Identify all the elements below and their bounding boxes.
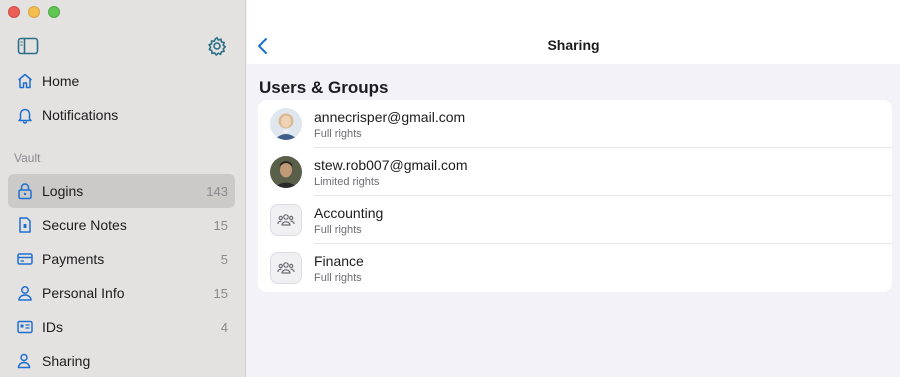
entry-name: annecrisper@gmail.com <box>314 109 466 125</box>
avatar <box>270 156 302 188</box>
page-title: Sharing <box>547 37 600 53</box>
sidebar-item-label: Logins <box>42 183 84 199</box>
sidebar-item-label: Payments <box>42 251 105 267</box>
main-header: Sharing <box>247 0 900 64</box>
list-item[interactable]: annecrisper@gmail.com Full rights <box>258 100 892 148</box>
sidebar-item-count: 4 <box>220 319 228 335</box>
note-icon <box>15 215 35 235</box>
sidebar: Home Notifications Vault Logins 143 Secu… <box>0 0 246 377</box>
home-icon <box>15 71 35 91</box>
minimize-window-button[interactable] <box>28 6 40 18</box>
id-card-icon <box>15 317 35 337</box>
sidebar-item-home[interactable]: Home <box>8 64 235 98</box>
entry-rights: Full rights <box>314 224 362 236</box>
sidebar-item-ids[interactable]: IDs 4 <box>8 310 235 344</box>
gear-icon[interactable] <box>207 36 227 57</box>
list-item[interactable]: Accounting Full rights <box>258 196 892 244</box>
entry-rights: Limited rights <box>314 176 380 188</box>
sidebar-item-label: Home <box>42 73 80 89</box>
list-item[interactable]: Finance Full rights <box>258 244 892 292</box>
section-heading: Users & Groups <box>259 78 389 97</box>
sidebar-item-secure-notes[interactable]: Secure Notes 15 <box>8 208 235 242</box>
person-icon <box>15 283 35 303</box>
sidebar-item-count: 15 <box>213 217 228 233</box>
entry-name: stew.rob007@gmail.com <box>314 157 468 173</box>
entry-name: Finance <box>314 253 364 269</box>
sidebar-item-label: Secure Notes <box>42 217 127 233</box>
window-controls <box>8 6 60 18</box>
group-icon <box>270 252 302 284</box>
sidebar-item-personal-info[interactable]: Personal Info 15 <box>8 276 235 310</box>
sidebar-item-label: IDs <box>42 319 63 335</box>
sidebar-item-logins[interactable]: Logins 143 <box>8 174 235 208</box>
entry-rights: Full rights <box>314 272 362 284</box>
card-icon <box>15 249 35 269</box>
sidebar-toggle-icon[interactable] <box>17 37 39 55</box>
avatar <box>270 108 302 140</box>
list-item[interactable]: stew.rob007@gmail.com Limited rights <box>258 148 892 196</box>
sidebar-item-count: 5 <box>220 251 228 267</box>
sharing-icon <box>15 351 35 371</box>
sidebar-item-payments[interactable]: Payments 5 <box>8 242 235 276</box>
sidebar-item-label: Sharing <box>42 353 91 369</box>
sidebar-item-sharing[interactable]: Sharing <box>8 344 235 377</box>
group-icon <box>270 204 302 236</box>
zoom-window-button[interactable] <box>48 6 60 18</box>
bell-icon <box>15 105 35 125</box>
entry-rights: Full rights <box>314 128 362 140</box>
sidebar-item-notifications[interactable]: Notifications <box>8 98 235 132</box>
entry-name: Accounting <box>314 205 384 221</box>
sidebar-item-label: Personal Info <box>42 285 125 301</box>
main-content: Sharing Users & Groups annecrisper@gmail… <box>247 0 900 377</box>
close-window-button[interactable] <box>8 6 20 18</box>
sidebar-item-count: 15 <box>213 285 228 301</box>
users-groups-list: annecrisper@gmail.com Full rights stew.r… <box>258 100 892 292</box>
sidebar-item-count: 143 <box>206 183 228 199</box>
lock-icon <box>15 181 35 201</box>
sidebar-section-label: Vault <box>14 151 41 165</box>
sidebar-item-label: Notifications <box>42 107 119 123</box>
